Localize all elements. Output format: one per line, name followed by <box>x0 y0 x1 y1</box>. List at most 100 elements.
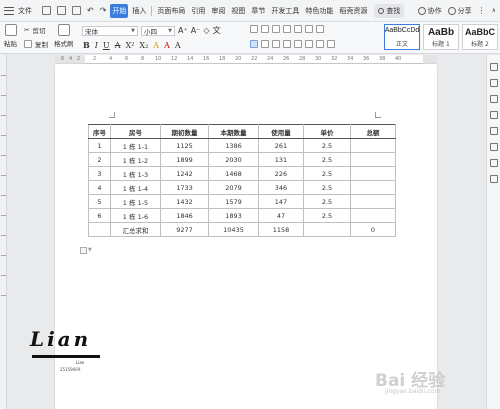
table-cell[interactable]: 1733 <box>160 180 209 195</box>
table-cell[interactable]: 2030 <box>208 152 259 167</box>
navigation-icon[interactable] <box>490 63 498 71</box>
border-icon[interactable] <box>327 40 335 48</box>
subscript-icon[interactable]: X₂ <box>138 41 149 50</box>
table-cell[interactable]: 2 <box>88 152 111 167</box>
table-cell[interactable]: 1 栋 1-5 <box>110 194 161 209</box>
table-cell[interactable] <box>350 138 396 153</box>
table-cell[interactable]: 1242 <box>160 166 209 181</box>
save-icon[interactable] <box>42 6 51 15</box>
table-cell[interactable]: 1 栋 1-3 <box>110 166 161 181</box>
align-center-icon[interactable] <box>261 40 269 48</box>
numbered-list-icon[interactable] <box>261 25 269 33</box>
table-cell[interactable]: 147 <box>258 194 304 209</box>
undo-icon[interactable]: ↶ <box>87 6 94 15</box>
align-right-icon[interactable] <box>272 40 280 48</box>
tab-home[interactable]: 开始 <box>110 3 129 18</box>
table-cell[interactable]: 47 <box>258 208 304 223</box>
table-cell[interactable]: 3 <box>88 166 111 181</box>
tab-section[interactable]: 章节 <box>249 4 267 18</box>
document-page[interactable]: 序号 房号 期初数量 本期数量 使用量 单价 总额 1 1 栋 1-1 1125… <box>55 64 437 409</box>
share-panel-icon[interactable] <box>490 159 498 167</box>
share-button[interactable]: 分享 <box>447 6 472 16</box>
table-header[interactable]: 期初数量 <box>160 124 209 139</box>
table-cell[interactable] <box>303 222 351 237</box>
table-cell[interactable]: 261 <box>258 138 304 153</box>
tab-references[interactable]: 引用 <box>189 4 207 18</box>
table-cell[interactable] <box>350 180 396 195</box>
shading-icon[interactable] <box>316 40 324 48</box>
table-cell[interactable]: 2.5 <box>303 152 351 167</box>
indent-icon[interactable] <box>283 25 291 33</box>
tab-view[interactable]: 视图 <box>229 4 247 18</box>
table-cell[interactable]: 1 栋 1-4 <box>110 180 161 195</box>
compass-icon[interactable] <box>490 127 498 135</box>
format-painter-button[interactable]: 格式刷 <box>54 24 74 48</box>
style-normal[interactable]: AaBbCcDd 正文 <box>384 24 420 50</box>
redo-icon[interactable]: ↷ <box>100 6 107 15</box>
font-color-icon[interactable]: A <box>163 41 171 50</box>
paste-button[interactable]: 粘贴 <box>4 24 17 48</box>
font-size-select[interactable]: 小四 ▼ <box>141 25 175 36</box>
table-header[interactable]: 使用量 <box>258 124 304 139</box>
table-cell[interactable] <box>350 152 396 167</box>
file-menu[interactable]: 文件 <box>18 6 32 16</box>
bullet-list-icon[interactable] <box>250 25 258 33</box>
table-cell[interactable]: 2.5 <box>303 194 351 209</box>
paragraph-options-icon[interactable] <box>80 247 87 254</box>
more-icon[interactable]: ⋮ <box>478 6 486 15</box>
chevron-down-icon[interactable]: ▼ <box>88 247 92 253</box>
text-icon[interactable] <box>490 175 498 183</box>
table-cell[interactable]: 汇总求和 <box>110 222 161 237</box>
table-cell[interactable]: 2.5 <box>303 166 351 181</box>
menu-icon[interactable] <box>4 6 14 15</box>
table-cell[interactable]: 10435 <box>208 222 259 237</box>
distribute-icon[interactable] <box>294 40 302 48</box>
table-cell[interactable]: 1846 <box>160 208 209 223</box>
table-cell[interactable] <box>350 208 396 223</box>
table-cell[interactable]: 1579 <box>208 194 259 209</box>
table-cell[interactable] <box>350 194 396 209</box>
tab-review[interactable]: 审阅 <box>209 4 227 18</box>
table-cell[interactable]: 1468 <box>208 166 259 181</box>
table-cell[interactable]: 346 <box>258 180 304 195</box>
table-cell[interactable]: 2.5 <box>303 138 351 153</box>
table-header[interactable]: 总额 <box>350 124 396 139</box>
table-cell[interactable]: 131 <box>258 152 304 167</box>
font-name-select[interactable]: 宋体 ▼ <box>82 25 138 36</box>
shrink-font-icon[interactable]: A⁻ <box>191 26 201 35</box>
shape-icon[interactable] <box>490 111 498 119</box>
show-marks-icon[interactable] <box>305 25 313 33</box>
outdent-icon[interactable] <box>272 25 280 33</box>
tab-features[interactable]: 特色功能 <box>303 4 335 18</box>
table-cell[interactable]: 1432 <box>160 194 209 209</box>
data-table[interactable]: 序号 房号 期初数量 本期数量 使用量 单价 总额 1 1 栋 1-1 1125… <box>88 124 396 237</box>
table-cell[interactable]: 6 <box>88 208 111 223</box>
bold-button[interactable]: B <box>82 40 91 50</box>
table-cell[interactable]: 1 <box>88 138 111 153</box>
borders-icon[interactable] <box>316 25 324 33</box>
style-heading-2[interactable]: AaBbC 标题 2 <box>462 24 498 50</box>
table-cell[interactable]: 5 <box>88 194 111 209</box>
edit-icon[interactable] <box>490 95 498 103</box>
table-header[interactable]: 序号 <box>88 124 111 139</box>
pointer-icon[interactable] <box>490 79 498 87</box>
copy-button[interactable]: 复制 <box>24 39 48 49</box>
tab-page-layout[interactable]: 页面布局 <box>155 4 187 18</box>
tab-docer[interactable]: 稻壳资源 <box>337 4 369 18</box>
highlight-icon[interactable]: A <box>152 41 160 50</box>
table-cell[interactable] <box>88 222 111 237</box>
table-cell[interactable]: 1 栋 1-6 <box>110 208 161 223</box>
collapse-icon[interactable]: ∧ <box>492 7 496 14</box>
table-cell[interactable]: 1893 <box>208 208 259 223</box>
table-cell[interactable]: 9277 <box>160 222 209 237</box>
table-cell[interactable]: 226 <box>258 166 304 181</box>
search-box[interactable]: 查找 <box>374 3 405 18</box>
grow-font-icon[interactable]: A⁺ <box>178 26 188 35</box>
italic-button[interactable]: I <box>94 41 99 50</box>
table-cell[interactable]: 4 <box>88 180 111 195</box>
collab-button[interactable]: 协作 <box>417 6 442 16</box>
strikethrough-icon[interactable]: A <box>114 41 122 50</box>
table-cell[interactable]: 0 <box>350 222 396 237</box>
style-heading-1[interactable]: AaBb 标题 1 <box>423 24 459 50</box>
table-header[interactable]: 本期数量 <box>208 124 259 139</box>
